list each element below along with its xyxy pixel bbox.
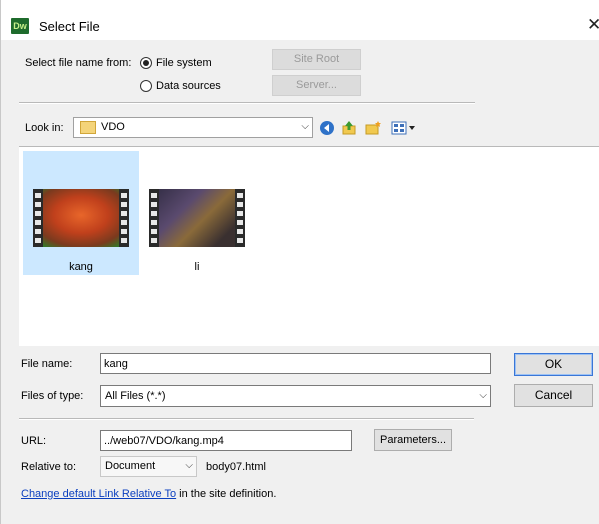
- relative-to-label: Relative to:: [21, 461, 77, 473]
- video-thumbnail-icon: [149, 189, 245, 247]
- back-icon[interactable]: [319, 120, 335, 136]
- view-menu-icon[interactable]: [391, 120, 417, 136]
- data-sources-radio[interactable]: [140, 80, 152, 92]
- select-from-label: Select file name from:: [25, 57, 132, 69]
- close-icon[interactable]: ✕: [587, 15, 599, 35]
- dialog-title: Select File: [39, 19, 100, 34]
- chevron-down-icon: ⌵: [479, 390, 487, 401]
- chevron-down-icon: ⌵: [301, 121, 309, 132]
- file-name-input[interactable]: [100, 353, 491, 374]
- relative-to-dropdown[interactable]: Document ⌵: [100, 456, 197, 477]
- data-sources-label: Data sources: [156, 80, 221, 92]
- dreamweaver-app-icon: Dw: [11, 18, 29, 34]
- file-name-label: li: [194, 261, 200, 273]
- url-label: URL:: [21, 435, 47, 447]
- footer-text: Change default Link Relative To in the s…: [21, 488, 276, 500]
- file-system-label: File system: [156, 57, 212, 69]
- look-in-dropdown[interactable]: VDO ⌵: [73, 117, 313, 138]
- new-folder-icon[interactable]: [365, 120, 381, 136]
- file-item-kang[interactable]: kang: [23, 151, 139, 275]
- chevron-down-icon: ⌵: [185, 460, 193, 471]
- look-in-label: Look in:: [25, 122, 64, 134]
- file-system-radio[interactable]: [140, 57, 152, 69]
- separator-highlight: [19, 103, 475, 104]
- file-list-pane[interactable]: kang li: [19, 146, 599, 346]
- files-of-type-value: All Files (*.*): [105, 390, 166, 402]
- up-folder-icon[interactable]: [341, 120, 357, 136]
- video-thumbnail-icon: [33, 189, 129, 247]
- site-root-button[interactable]: Site Root: [272, 49, 361, 70]
- relative-document-name: body07.html: [206, 461, 266, 473]
- parameters-button[interactable]: Parameters...: [374, 429, 452, 451]
- select-file-dialog: Dw Select File ✕ Select file name from: …: [0, 0, 599, 524]
- file-item-li[interactable]: li: [139, 151, 255, 275]
- footer-suffix: in the site definition.: [176, 488, 277, 500]
- file-name-label: kang: [69, 261, 93, 273]
- cancel-button[interactable]: Cancel: [514, 384, 593, 407]
- change-link-relative-link[interactable]: Change default Link Relative To: [21, 488, 176, 500]
- server-button[interactable]: Server...: [272, 75, 361, 96]
- files-of-type-dropdown[interactable]: All Files (*.*) ⌵: [100, 385, 491, 407]
- ok-button[interactable]: OK: [514, 353, 593, 376]
- look-in-value: VDO: [101, 121, 125, 133]
- relative-to-value: Document: [105, 460, 156, 472]
- separator-highlight: [19, 419, 474, 420]
- url-input[interactable]: [100, 430, 352, 451]
- file-name-field-label: File name:: [21, 358, 73, 370]
- title-bar: Dw Select File ✕: [1, 0, 599, 40]
- files-of-type-label: Files of type:: [21, 390, 84, 402]
- folder-icon: [80, 121, 96, 134]
